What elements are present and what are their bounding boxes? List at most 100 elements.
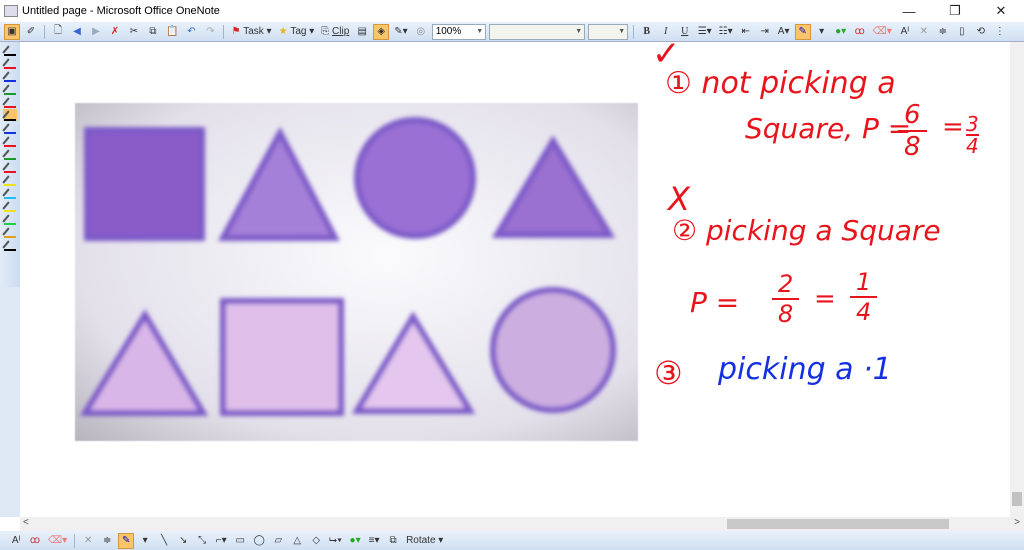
paste-icon[interactable]: 📋	[164, 24, 180, 40]
new-page-icon[interactable]: 🗋	[50, 24, 66, 40]
pen-swatch-icon[interactable]	[2, 122, 17, 134]
redo-icon[interactable]: ↷	[202, 24, 218, 40]
shape-square	[84, 127, 205, 241]
pen-swatch-icon[interactable]	[2, 187, 17, 199]
pen-swatch-icon[interactable]	[2, 70, 17, 82]
delete-icon[interactable]: ✕	[80, 533, 96, 549]
pen-swatch-icon[interactable]	[2, 44, 17, 56]
pin-icon[interactable]: ✐	[23, 24, 39, 40]
line-icon[interactable]: ╲	[156, 533, 172, 549]
shapes-photo[interactable]	[75, 103, 638, 441]
pen-swatch-icon[interactable]	[2, 174, 17, 186]
tag-button[interactable]: ★ Tag ▾	[277, 24, 317, 40]
scroll-left-icon[interactable]: <	[23, 517, 29, 528]
horizontal-scrollbar[interactable]: < >	[20, 517, 1024, 531]
rectangle-icon[interactable]: ▭	[232, 533, 248, 549]
zoom-select[interactable]: 100% ▼	[431, 23, 486, 40]
pen-swatch-icon[interactable]	[2, 57, 17, 69]
lasso-icon[interactable]: ꝏ	[852, 24, 868, 40]
shape-square	[220, 298, 344, 416]
scroll-thumb[interactable]	[1012, 492, 1022, 506]
pen-swatch-icon[interactable]	[2, 109, 17, 121]
vertical-scrollbar[interactable]	[1010, 42, 1024, 517]
diamond-icon[interactable]: ◇	[308, 533, 324, 549]
connector-icon[interactable]: ⮡▾	[327, 533, 344, 549]
arrange-icon[interactable]: ⧉	[385, 533, 401, 549]
numbering-icon[interactable]: ☷▾	[717, 24, 735, 40]
space-icon[interactable]: ≑	[99, 533, 115, 549]
note-cross: X	[668, 180, 690, 218]
font-select[interactable]: ▼	[488, 23, 585, 40]
triangle-icon[interactable]: △	[289, 533, 305, 549]
double-arrow-icon[interactable]: ⤡	[194, 533, 210, 549]
insert-space-icon[interactable]: Aᴵ	[8, 533, 24, 549]
task-button[interactable]: ⚑ Task ▾	[229, 24, 273, 40]
toolbar-options-icon[interactable]: ⋮	[992, 24, 1008, 40]
clip-label: Clip	[332, 26, 350, 37]
table-icon[interactable]: ▤	[354, 24, 370, 40]
restore-button[interactable]: ❐	[932, 0, 978, 22]
color-picker-icon[interactable]: ●▾	[347, 533, 363, 549]
pen-swatch-icon[interactable]	[2, 83, 17, 95]
eraser-icon[interactable]: ⌫▾	[871, 24, 894, 40]
pen-icon[interactable]: ✎	[794, 23, 811, 40]
space-icon[interactable]: ≑	[935, 24, 951, 40]
axis-icon[interactable]: ⌐▾	[213, 533, 229, 549]
parallelogram-icon[interactable]: ▱	[270, 533, 286, 549]
delete-page-icon[interactable]: ✗	[107, 24, 123, 40]
pen-swatch-icon[interactable]	[2, 213, 17, 225]
denominator: 4	[966, 134, 979, 158]
drawing-toolbar: Aᴵ ꝏ ⌫▾ ✕ ≑ ✎ ▾ ╲ ↘ ⤡ ⌐▾ ▭ ◯ ▱ △ ◇ ⮡▾ ●▾ …	[0, 531, 1024, 550]
rotate-label: Rotate	[406, 535, 436, 546]
shape-triangle	[79, 309, 209, 416]
back-icon[interactable]: ◀	[69, 24, 85, 40]
minimize-button[interactable]: —	[886, 0, 932, 22]
pen-swatch-icon[interactable]	[2, 148, 17, 160]
undo-icon[interactable]: ↶	[183, 24, 199, 40]
convert-icon[interactable]: ⟲	[973, 24, 989, 40]
chevron-down-icon[interactable]: ▾	[137, 533, 153, 549]
numerator: 6	[898, 100, 927, 132]
forward-icon[interactable]: ▶	[88, 24, 104, 40]
scroll-thumb[interactable]	[727, 519, 949, 529]
separator	[223, 24, 225, 39]
pen-swatch-icon[interactable]	[2, 200, 17, 212]
left-strip	[0, 287, 20, 517]
lasso-icon[interactable]: ꝏ	[27, 533, 43, 549]
note-line5: picking a ·1	[718, 352, 892, 387]
insert-space-icon[interactable]: Aᴵ	[897, 24, 913, 40]
eraser-icon[interactable]: ⌫▾	[46, 533, 69, 549]
font-color-icon[interactable]: A▾	[776, 24, 792, 40]
audio-icon[interactable]: ◈	[373, 23, 390, 40]
chevron-down-icon[interactable]: ▾	[814, 24, 830, 40]
font-size-select[interactable]: ▼	[587, 23, 628, 40]
bullets-icon[interactable]: ☰▾	[696, 24, 714, 40]
pen-swatch-icon[interactable]	[2, 239, 17, 251]
line-weight-icon[interactable]: ≡▾	[366, 533, 382, 549]
clip-button[interactable]: ⎘ Clip	[319, 24, 351, 40]
copy-icon[interactable]: ⧉	[145, 24, 161, 40]
ellipse-icon[interactable]: ◯	[251, 533, 267, 549]
pen-swatch-icon[interactable]	[2, 161, 17, 173]
arrow-icon[interactable]: ↘	[175, 533, 191, 549]
tag-label: Tag	[290, 26, 307, 37]
pen-swatch-icon[interactable]	[2, 226, 17, 238]
pen-icon[interactable]: ✎	[118, 532, 135, 549]
fullpage-view-icon[interactable]: ▣	[4, 23, 20, 40]
chevron-down-icon: ▼	[476, 28, 484, 35]
increase-indent-icon[interactable]: ⇥	[757, 24, 773, 40]
color-picker-icon[interactable]: ●▾	[833, 24, 849, 40]
title-bar: Untitled page - Microsoft Office OneNote…	[0, 0, 1024, 22]
delete-icon[interactable]: ✕	[916, 24, 932, 40]
shapes-image	[79, 117, 616, 416]
page-icon[interactable]: ▯	[954, 24, 970, 40]
decrease-indent-icon[interactable]: ⇤	[738, 24, 754, 40]
pen-swatch-icon[interactable]	[2, 96, 17, 108]
pen-mode-icon[interactable]: ✎▾	[392, 24, 409, 40]
cut-icon[interactable]: ✂	[126, 24, 142, 40]
rotate-button[interactable]: Rotate ▾	[404, 533, 445, 549]
pen-swatch-icon[interactable]	[2, 135, 17, 147]
close-button[interactable]: ✕	[978, 0, 1024, 22]
scroll-right-icon[interactable]: >	[1014, 517, 1020, 528]
research-icon[interactable]: ◎	[413, 24, 429, 40]
